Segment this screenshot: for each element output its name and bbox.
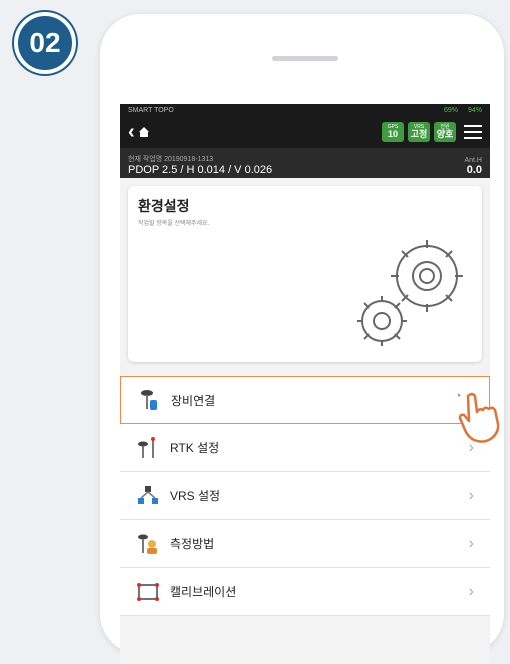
- settings-menu-list: 장비연결 › RTK 설정 › VRS 설정 › 측정방법 ›: [120, 376, 490, 616]
- chevron-right-icon: ›: [468, 534, 474, 552]
- top-bar: ‹ GPS 10 VRS 고정 전원 양호: [120, 116, 490, 148]
- chevron-right-icon: ›: [468, 486, 474, 504]
- vrs-network-icon: [138, 485, 158, 504]
- menu-item-device-connect[interactable]: 장비연결 ›: [120, 376, 490, 424]
- gears-illustration-icon: [357, 240, 463, 346]
- app-name: SMART TOPO: [128, 106, 174, 114]
- menu-item-measure-method[interactable]: 측정방법 ›: [120, 520, 490, 568]
- antenna-height-label: Ant.H: [464, 157, 482, 164]
- page-subtitle: 작업할 항목을 선택해주세요.: [138, 221, 210, 227]
- chevron-right-icon: ›: [468, 582, 474, 600]
- gnss-battery: 69%: [443, 106, 458, 114]
- settings-header-card: 환경설정 작업할 항목을 선택해주세요.: [128, 186, 482, 362]
- calibration-frame-icon: [137, 582, 159, 601]
- device-battery: 94%: [467, 106, 482, 114]
- settings-content: 환경설정 작업할 항목을 선택해주세요. 장비연결 RTK 설정 › VRS 설…: [120, 178, 490, 664]
- power-status-badge: 전원 양호: [434, 122, 456, 142]
- menu-item-rtk-settings[interactable]: RTK 설정 ›: [120, 424, 490, 472]
- survey-worker-icon: [138, 534, 157, 554]
- tap-hand-cursor-icon: [458, 392, 500, 443]
- survey-info-bar: 현재 작업명 20190918-1313 PDOP 2.5 / H 0.014 …: [120, 148, 490, 178]
- home-icon[interactable]: [138, 127, 149, 137]
- phone-speaker: [272, 56, 338, 61]
- vrs-status-badge: VRS 고정: [408, 122, 430, 142]
- hamburger-menu-icon[interactable]: [464, 125, 482, 139]
- rtk-antenna-icon: [138, 436, 155, 458]
- job-name: 현재 작업명 20190918-1313: [128, 156, 214, 163]
- step-number-badge: 02: [14, 12, 76, 74]
- status-bar: SMART TOPO 69% 94%: [120, 104, 490, 116]
- receiver-connect-icon: [141, 390, 157, 410]
- back-icon[interactable]: ‹: [128, 122, 135, 142]
- pdop-readout: PDOP 2.5 / H 0.014 / V 0.026: [128, 164, 273, 176]
- app-screen: SMART TOPO 69% 94% ‹ GPS 10 VRS 고정 전원 양호…: [120, 104, 490, 664]
- menu-item-vrs-settings[interactable]: VRS 설정 ›: [120, 472, 490, 520]
- gps-count-badge: GPS 10: [382, 122, 404, 142]
- phone-frame: SMART TOPO 69% 94% ‹ GPS 10 VRS 고정 전원 양호…: [100, 14, 504, 664]
- menu-item-calibration[interactable]: 캘리브레이션 ›: [120, 568, 490, 616]
- antenna-height-value: 0.0: [466, 164, 482, 176]
- page-title: 환경설정: [138, 198, 190, 214]
